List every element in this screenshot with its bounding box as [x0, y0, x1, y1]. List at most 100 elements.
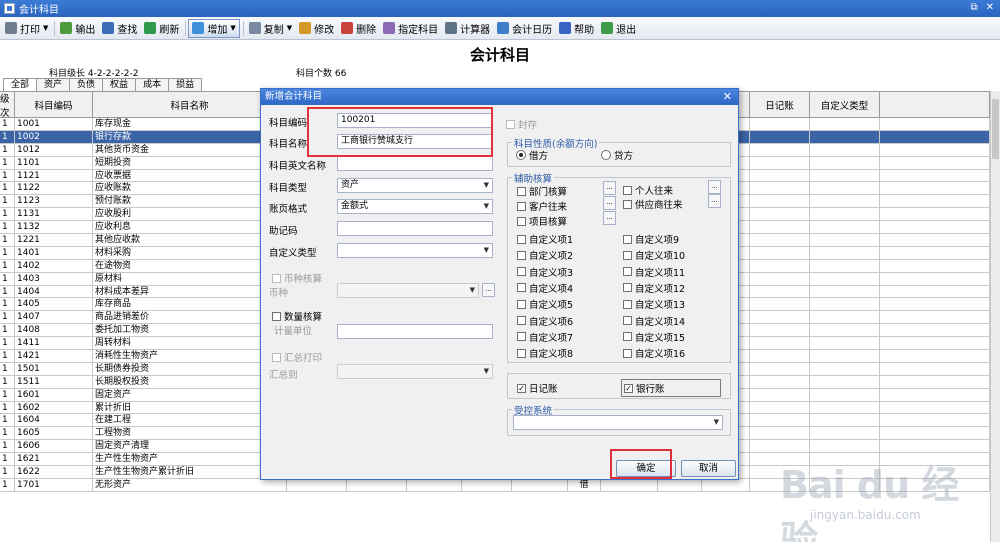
- column-header[interactable]: 日记账: [750, 92, 810, 118]
- toolbar-label: 刷新: [159, 24, 180, 36]
- toolbar-button-9[interactable]: 计算器: [442, 19, 493, 38]
- custom-item-check[interactable]: 自定义项8: [517, 346, 573, 360]
- chevron-down-icon[interactable]: ▼: [230, 24, 235, 32]
- column-header[interactable]: 科目编码: [15, 92, 93, 118]
- grid-cell: [750, 388, 810, 401]
- name-label: 科目名称: [269, 139, 308, 150]
- custom-item-check[interactable]: 自定义项1: [517, 232, 573, 246]
- tab-5[interactable]: 损益: [168, 78, 203, 91]
- custom-item-check[interactable]: 自定义项15: [623, 330, 685, 344]
- person-check-label: 个人往来: [635, 186, 674, 197]
- dept-check[interactable]: 部门核算: [517, 184, 567, 198]
- toolbar-button-4[interactable]: 增加 ▼: [188, 18, 240, 38]
- custom-item-check[interactable]: 自定义项11: [623, 265, 685, 279]
- column-header[interactable]: 科目名称: [93, 92, 287, 118]
- type-select[interactable]: 资产 ▼: [337, 178, 493, 193]
- restore-icon[interactable]: ⧉: [970, 2, 977, 13]
- custom-item-check[interactable]: 自定义项12: [623, 281, 685, 295]
- check-icon: ✓: [517, 383, 526, 393]
- journal-check[interactable]: ✓ 日记账: [517, 381, 558, 395]
- grid-cell: [750, 156, 810, 169]
- toolbar-button-5[interactable]: 复制 ▼: [246, 19, 295, 38]
- project-check[interactable]: 项目核算: [517, 214, 567, 228]
- chevron-down-icon[interactable]: ▼: [287, 24, 292, 32]
- column-header[interactable]: [880, 92, 990, 118]
- seal-check[interactable]: 封存: [506, 117, 537, 131]
- close-window-icon[interactable]: ✕: [986, 2, 994, 13]
- tab-2[interactable]: 负债: [69, 78, 104, 91]
- watermark-url: jingyan.baidu.com: [810, 508, 921, 522]
- name-cell: 原材料: [93, 272, 287, 285]
- toolbar-button-6[interactable]: 修改: [296, 19, 337, 38]
- chevron-down-icon[interactable]: ▼: [43, 24, 48, 32]
- currency-select[interactable]: ▼: [337, 283, 479, 298]
- person-check[interactable]: 个人往来: [623, 183, 673, 197]
- grid-cell: [810, 221, 880, 234]
- vertical-scrollbar[interactable]: [990, 91, 1000, 542]
- grid-cell: [750, 169, 810, 182]
- supplier-check[interactable]: 供应商往来: [623, 197, 683, 211]
- format-select[interactable]: 金额式 ▼: [337, 199, 493, 214]
- unit-input[interactable]: [337, 324, 493, 339]
- quantity-check[interactable]: 数量核算: [272, 309, 322, 323]
- custom-item-check[interactable]: 自定义项16: [623, 346, 685, 360]
- code-cell: 1421: [15, 350, 93, 362]
- summary-print-check[interactable]: 汇总打印: [272, 350, 322, 364]
- supplier-check-browse-button[interactable]: ...: [708, 194, 721, 208]
- code-cell: 1405: [15, 298, 93, 311]
- person-check-browse-button[interactable]: ...: [708, 180, 721, 194]
- english-name-input[interactable]: [337, 156, 493, 171]
- column-header[interactable]: 自定义类型: [810, 92, 880, 118]
- tab-0[interactable]: 全部: [3, 78, 38, 91]
- scroll-thumb[interactable]: [992, 99, 999, 159]
- toolbar-button-1[interactable]: 输出: [57, 19, 98, 38]
- customer-check[interactable]: 客户往来: [517, 199, 567, 213]
- project-check-browse-button[interactable]: ...: [603, 211, 616, 225]
- chevron-down-icon: ▼: [713, 418, 719, 426]
- custom-item-check[interactable]: 自定义项4: [517, 281, 573, 295]
- tab-3[interactable]: 权益: [102, 78, 137, 91]
- customer-check-browse-button[interactable]: ...: [603, 196, 616, 210]
- grid-cell: [880, 362, 990, 375]
- delete-icon: [341, 22, 354, 34]
- debit-radio[interactable]: 借方: [516, 148, 548, 162]
- bank-journal-check[interactable]: ✓ 银行账: [621, 379, 721, 397]
- custom-item-check-label: 自定义项6: [529, 316, 574, 328]
- level-cell: 1: [0, 324, 15, 337]
- toolbar-button-3[interactable]: 刷新: [141, 19, 182, 38]
- dept-check-browse-button[interactable]: ...: [603, 181, 616, 195]
- custom-item-check[interactable]: 自定义项7: [517, 330, 573, 344]
- grid-cell: [750, 298, 810, 311]
- toolbar-button-0[interactable]: 打印 ▼: [2, 19, 51, 38]
- custom-item-check[interactable]: 自定义项3: [517, 265, 573, 279]
- toolbar-button-2[interactable]: 查找: [99, 19, 140, 38]
- currency-check[interactable]: 币种核算: [272, 271, 322, 285]
- toolbar-button-8[interactable]: 指定科目: [380, 19, 441, 38]
- custom-item-check[interactable]: 自定义项13: [623, 297, 685, 311]
- dialog-close-icon[interactable]: ✕: [723, 89, 732, 105]
- custom-item-check[interactable]: 自定义项9: [623, 232, 679, 246]
- custom-item-check[interactable]: 自定义项2: [517, 248, 573, 262]
- tab-4[interactable]: 成本: [135, 78, 170, 91]
- toolbar-button-11[interactable]: 帮助: [556, 19, 597, 38]
- grid-cell: [880, 246, 990, 259]
- level-cell: 1: [0, 311, 15, 324]
- grid-cell: [750, 130, 810, 143]
- name-cell: 库存现金: [93, 118, 287, 130]
- custom-type-select[interactable]: ▼: [337, 243, 493, 258]
- mnemonic-input[interactable]: [337, 221, 493, 236]
- custom-item-check[interactable]: 自定义项5: [517, 297, 573, 311]
- tab-1[interactable]: 资产: [36, 78, 71, 91]
- column-header[interactable]: 级次: [0, 92, 15, 119]
- custom-item-check[interactable]: 自定义项6: [517, 314, 573, 328]
- custom-item-check[interactable]: 自定义项14: [623, 314, 685, 328]
- currency-browse-button[interactable]: ...: [482, 283, 495, 297]
- cancel-button[interactable]: 取消: [681, 460, 736, 477]
- credit-radio[interactable]: 贷方: [601, 148, 633, 162]
- toolbar-button-7[interactable]: 删除: [338, 19, 379, 38]
- toolbar-button-12[interactable]: 退出: [598, 19, 639, 38]
- control-system-select[interactable]: ▼: [513, 415, 723, 430]
- custom-item-check[interactable]: 自定义项10: [623, 248, 685, 262]
- toolbar-button-10[interactable]: 会计日历: [494, 19, 555, 38]
- summary-to-select[interactable]: ▼: [337, 364, 493, 379]
